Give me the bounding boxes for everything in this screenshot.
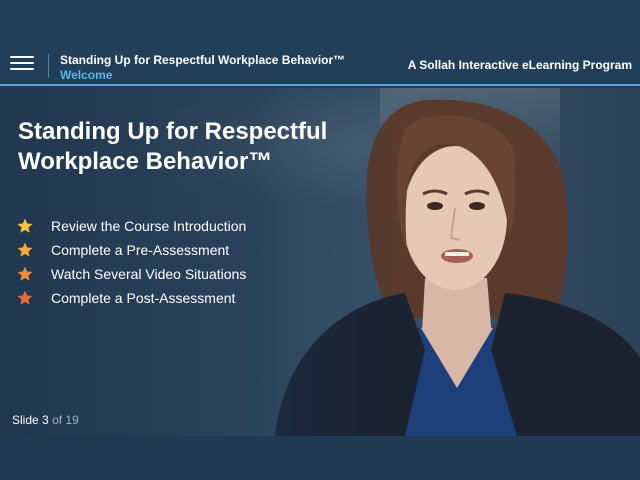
hamburger-menu-icon[interactable]: [8, 52, 38, 74]
slide-counter: Slide 3 of 19: [12, 413, 79, 427]
brand-label: A Sollah Interactive eLearning Program: [407, 58, 632, 72]
slide-of-label: of: [52, 413, 63, 427]
bottom-bar: [0, 436, 640, 480]
star-icon: [17, 290, 33, 305]
star-icon: [17, 266, 33, 281]
star-icon: [17, 218, 33, 233]
section-title: Welcome: [60, 68, 113, 82]
header-divider: [48, 54, 49, 78]
objective-label: Complete a Pre-Assessment: [51, 242, 230, 258]
hero-title: Standing Up for Respectful Workplace Beh…: [18, 117, 378, 177]
slide-total-number: 19: [65, 413, 79, 427]
course-title: Standing Up for Respectful Workplace Beh…: [60, 53, 346, 67]
objective-item: Complete a Post-Assessment: [16, 286, 316, 310]
objective-label: Watch Several Video Situations: [51, 266, 247, 282]
objective-label: Review the Course Introduction: [51, 218, 247, 234]
slide-current-number: 3: [42, 413, 49, 427]
top-bar: Standing Up for Respectful Workplace Beh…: [0, 0, 640, 88]
objective-item: Review the Course Introduction: [16, 214, 316, 238]
slide-counter-prefix: Slide: [12, 413, 39, 427]
header-accent-line: [0, 84, 640, 86]
hero-title-line-1: Standing Up for Respectful: [18, 118, 328, 145]
hero-title-line-2: Workplace Behavior™: [18, 148, 273, 175]
objective-item: Watch Several Video Situations: [16, 262, 316, 286]
objectives-list: Review the Course Introduction Complete …: [16, 214, 316, 310]
objective-label: Complete a Post-Assessment: [51, 290, 236, 306]
star-icon: [17, 242, 33, 257]
objective-item: Complete a Pre-Assessment: [16, 238, 316, 262]
